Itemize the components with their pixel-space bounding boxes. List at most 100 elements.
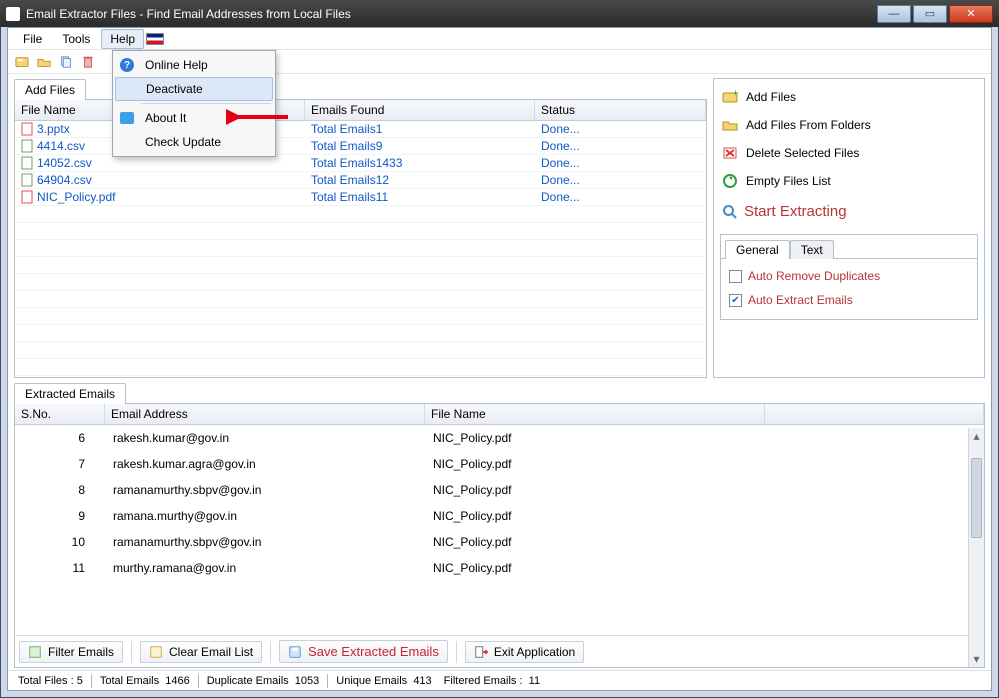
- save-extracted-label: Save Extracted Emails: [308, 644, 439, 659]
- status-total-emails: Total Emails 1466: [96, 675, 194, 687]
- col-emails-found[interactable]: Emails Found: [305, 100, 535, 120]
- help-online-help-label: Online Help: [145, 58, 208, 72]
- recycle-icon: [722, 173, 738, 189]
- file-row-empty: [15, 359, 706, 376]
- separator: [456, 641, 457, 663]
- file-row-empty: [15, 206, 706, 223]
- scroll-down-icon[interactable]: ▾: [969, 651, 984, 667]
- help-about[interactable]: About It: [113, 106, 275, 130]
- action-add-files[interactable]: + Add Files: [720, 85, 978, 109]
- action-start-extracting[interactable]: Start Extracting: [720, 197, 978, 226]
- minimize-button[interactable]: —: [877, 5, 911, 23]
- status-bar: Total Files : 5 Total Emails 1466 Duplic…: [8, 670, 991, 690]
- delete-icon: [722, 145, 738, 161]
- status-filtered-emails: Filtered Emails : 11: [440, 675, 544, 687]
- button-filter-emails[interactable]: Filter Emails: [19, 641, 123, 663]
- file-row-empty: [15, 223, 706, 240]
- filter-icon: [28, 645, 42, 659]
- clear-icon: [149, 645, 163, 659]
- tab-text[interactable]: Text: [790, 240, 834, 259]
- file-row[interactable]: 64904.csvTotal Emails12Done...: [15, 172, 706, 189]
- status-duplicate-emails: Duplicate Emails 1053: [203, 675, 324, 687]
- svg-text:+: +: [733, 89, 738, 98]
- toolbar-add-folder-icon[interactable]: [34, 52, 54, 72]
- col-extracted-file-name[interactable]: File Name: [425, 404, 765, 424]
- clear-email-list-label: Clear Email List: [169, 645, 253, 659]
- toolbar-delete-icon[interactable]: [78, 52, 98, 72]
- action-add-folders[interactable]: Add Files From Folders: [720, 113, 978, 137]
- file-row[interactable]: NIC_Policy.pdfTotal Emails11Done...: [15, 189, 706, 206]
- extracted-row[interactable]: 7rakesh.kumar.agra@gov.inNIC_Policy.pdf: [15, 451, 984, 477]
- file-row-empty: [15, 325, 706, 342]
- tab-extracted-emails[interactable]: Extracted Emails: [14, 383, 126, 404]
- checkbox-auto-remove-duplicates[interactable]: Auto Remove Duplicates: [729, 269, 969, 283]
- col-status[interactable]: Status: [535, 100, 706, 120]
- bottom-actions-bar: Filter Emails Clear Email List Save Extr…: [15, 635, 984, 667]
- action-empty-list[interactable]: Empty Files List: [720, 169, 978, 193]
- exit-icon: [474, 645, 488, 659]
- menu-tools[interactable]: Tools: [53, 29, 99, 49]
- folder-icon: [722, 117, 738, 133]
- filter-emails-label: Filter Emails: [48, 645, 114, 659]
- help-about-label: About It: [145, 111, 186, 125]
- menu-file[interactable]: File: [14, 29, 51, 49]
- extracted-row[interactable]: 6rakesh.kumar@gov.inNIC_Policy.pdf: [15, 425, 984, 451]
- extracted-row[interactable]: 11murthy.ramana@gov.inNIC_Policy.pdf: [15, 555, 984, 581]
- extracted-grid-body: 6rakesh.kumar@gov.inNIC_Policy.pdf7rakes…: [15, 425, 984, 635]
- file-row-empty: [15, 342, 706, 359]
- extracted-row[interactable]: 8ramanamurthy.sbpv@gov.inNIC_Policy.pdf: [15, 477, 984, 503]
- extracted-row[interactable]: 9ramana.murthy@gov.inNIC_Policy.pdf: [15, 503, 984, 529]
- help-icon: ?: [120, 58, 134, 72]
- button-exit-application[interactable]: Exit Application: [465, 641, 584, 663]
- file-row[interactable]: 14052.csvTotal Emails1433Done...: [15, 155, 706, 172]
- button-save-extracted-emails[interactable]: Save Extracted Emails: [279, 640, 448, 663]
- button-clear-email-list[interactable]: Clear Email List: [140, 641, 262, 663]
- help-online-help[interactable]: ? Online Help: [113, 53, 275, 77]
- toolbar-add-file-icon[interactable]: [12, 52, 32, 72]
- tab-general[interactable]: General: [725, 240, 790, 259]
- action-add-files-label: Add Files: [746, 90, 796, 104]
- save-icon: [288, 645, 302, 659]
- action-delete-selected-label: Delete Selected Files: [746, 146, 859, 160]
- col-email-address[interactable]: Email Address: [105, 404, 425, 424]
- toolbar-copy-icon[interactable]: [56, 52, 76, 72]
- action-add-folders-label: Add Files From Folders: [746, 118, 871, 132]
- help-check-update[interactable]: Check Update: [113, 130, 275, 154]
- mail-icon: [120, 112, 134, 124]
- title-bar: Email Extractor Files - Find Email Addre…: [0, 0, 999, 27]
- close-button[interactable]: ✕: [949, 5, 993, 23]
- help-deactivate[interactable]: Deactivate: [115, 77, 273, 101]
- status-unique-emails: Unique Emails 413: [332, 675, 435, 687]
- files-grid-body: 3.pptxTotal Emails1Done...4414.csvTotal …: [15, 121, 706, 377]
- checkbox-auto-extract-emails[interactable]: ✔ Auto Extract Emails: [729, 293, 969, 307]
- scroll-up-icon[interactable]: ▴: [969, 428, 984, 444]
- checkbox-icon: ✔: [729, 294, 742, 307]
- col-sno[interactable]: S.No.: [15, 404, 105, 424]
- tab-add-files[interactable]: Add Files: [14, 79, 86, 100]
- extracted-row[interactable]: 10ramanamurthy.sbpv@gov.inNIC_Policy.pdf: [15, 529, 984, 555]
- menu-help[interactable]: Help: [101, 29, 144, 49]
- menu-bar: File Tools Help: [8, 28, 991, 50]
- maximize-button[interactable]: ▭: [913, 5, 947, 23]
- separator: [131, 641, 132, 663]
- window-controls: — ▭ ✕: [875, 5, 993, 23]
- file-row-empty: [15, 274, 706, 291]
- action-start-label: Start Extracting: [744, 203, 847, 220]
- menu-separator: [141, 103, 271, 104]
- extracted-grid-header: S.No. Email Address File Name: [15, 404, 984, 425]
- help-deactivate-label: Deactivate: [146, 82, 203, 96]
- scroll-thumb[interactable]: [971, 458, 982, 538]
- extracted-emails-panel: Extracted Emails S.No. Email Address Fil…: [14, 382, 985, 668]
- exit-application-label: Exit Application: [494, 645, 575, 659]
- file-row-empty: [15, 308, 706, 325]
- help-check-update-label: Check Update: [145, 135, 221, 149]
- folder-plus-icon: +: [722, 89, 738, 105]
- app-icon: [6, 7, 20, 21]
- checkbox-icon: [729, 270, 742, 283]
- action-delete-selected[interactable]: Delete Selected Files: [720, 141, 978, 165]
- separator: [270, 641, 271, 663]
- help-dropdown: ? Online Help Deactivate About It Check …: [112, 50, 276, 157]
- language-flag-icon[interactable]: [146, 33, 164, 45]
- vertical-scrollbar[interactable]: ▴ ▾: [968, 428, 984, 667]
- auto-remove-label: Auto Remove Duplicates: [748, 269, 880, 283]
